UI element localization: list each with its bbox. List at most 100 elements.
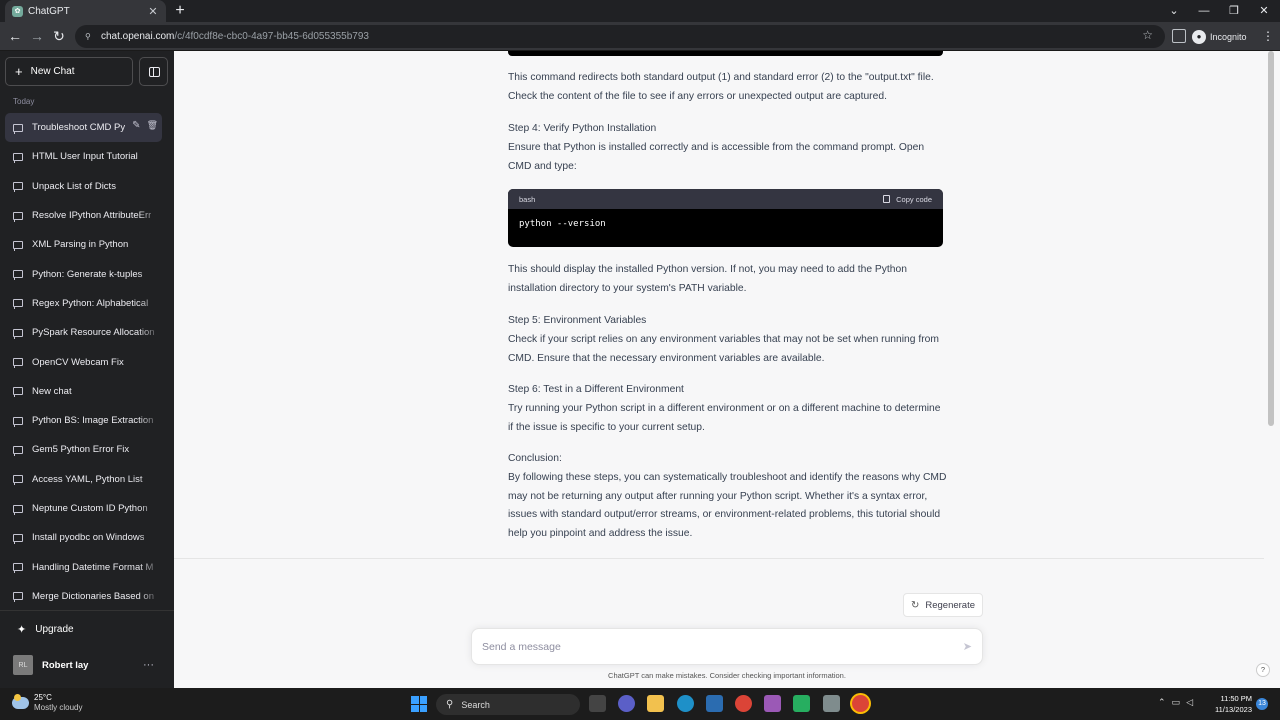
- text-fade: [138, 230, 162, 260]
- system-tray: ⌃ ▭ ◁: [1158, 697, 1193, 708]
- minimize-button[interactable]: —: [1188, 2, 1220, 20]
- more-options-icon[interactable]: ···: [143, 659, 154, 671]
- chat-history-item[interactable]: Install pyodbc on Windows: [5, 523, 162, 553]
- vscode-icon[interactable]: [764, 695, 781, 712]
- chat-history-item[interactable]: New chat: [5, 376, 162, 406]
- chat-history-label: Merge Dictionaries Based on: [32, 590, 154, 602]
- text-fade: [138, 581, 162, 612]
- weather-widget[interactable]: 25°C Mostly cloudy: [12, 693, 82, 713]
- chat-history-item[interactable]: Handling Datetime Format M: [5, 552, 162, 582]
- new-chat-button[interactable]: + New Chat: [5, 57, 133, 86]
- chat-history-label: Neptune Custom ID Python: [32, 503, 148, 514]
- chat-history-item[interactable]: Troubleshoot CMD Py ✎ 🗑: [5, 113, 162, 143]
- chat-history-item[interactable]: Resolve IPython AttributeErr: [5, 200, 162, 231]
- edit-icon[interactable]: ✎: [132, 120, 140, 131]
- url-host: chat.openai.com: [101, 31, 175, 42]
- chevron-up-icon[interactable]: ⌃: [1158, 697, 1166, 708]
- tab-search-button[interactable]: ⌄: [1158, 2, 1190, 20]
- chat-history-item[interactable]: HTML User Input Tutorial: [5, 142, 162, 172]
- message-paragraph: This should display the installed Python…: [508, 264, 907, 294]
- tab-close-icon[interactable]: ✕: [147, 5, 159, 18]
- chat-history-item[interactable]: PySpark Resource Allocation: [5, 318, 162, 348]
- message-input[interactable]: [482, 640, 963, 653]
- temperature: 25°C: [34, 693, 52, 702]
- windows-taskbar: 25°C Mostly cloudy ⚲ Search ⌃ ▭ ◁ 11:50 …: [0, 688, 1280, 720]
- clock-time: 11:50 PM: [1220, 694, 1252, 703]
- new-chat-label: New Chat: [30, 66, 75, 77]
- notification-badge[interactable]: 13: [1256, 698, 1268, 710]
- chat-history-item[interactable]: XML Parsing in Python: [5, 230, 162, 260]
- text-fade: [138, 200, 162, 231]
- sidebar-panel-icon: [149, 67, 160, 77]
- chat-history-item[interactable]: Merge Dictionaries Based on: [5, 581, 162, 612]
- chat-bubble-icon: [13, 504, 23, 515]
- incognito-icon: ●: [1192, 29, 1206, 44]
- chat-history-item[interactable]: Unpack List of Dicts: [5, 171, 162, 201]
- upgrade-label: Upgrade: [35, 623, 74, 635]
- chat-bubble-icon: [13, 445, 23, 456]
- chrome-incognito-icon[interactable]: [852, 695, 869, 712]
- chat-bubble-icon: [13, 123, 23, 134]
- close-window-button[interactable]: ✕: [1248, 2, 1280, 20]
- store-icon[interactable]: [706, 695, 723, 712]
- refresh-icon: ↻: [910, 599, 920, 611]
- chat-history-label: Regex Python: Alphabetical: [32, 297, 149, 309]
- text-fade: [138, 288, 162, 319]
- chat-bubble-icon: [13, 182, 23, 193]
- conversation-scrollbar[interactable]: [1268, 51, 1274, 426]
- user-menu[interactable]: RL Robert lay ···: [5, 651, 162, 679]
- notepad-icon[interactable]: [793, 695, 810, 712]
- taskbar-search[interactable]: ⚲ Search: [436, 694, 580, 715]
- chat-bubble-icon: [13, 240, 23, 251]
- system-clock[interactable]: 11:50 PM 11/13/2023: [1210, 693, 1252, 715]
- toggle-sidebar-button[interactable]: [139, 57, 168, 86]
- forward-arrow-icon[interactable]: →: [27, 26, 47, 46]
- regenerate-button[interactable]: ↻ Regenerate: [903, 593, 983, 617]
- back-arrow-icon[interactable]: ←: [5, 26, 25, 46]
- file-explorer-icon[interactable]: [647, 695, 664, 712]
- network-icon[interactable]: ▭: [1172, 697, 1181, 708]
- conversation-area: This command redirects both standard out…: [174, 51, 1274, 559]
- message-paragraph: Try running your Python script in a diff…: [508, 403, 941, 433]
- chat-history-label: Gem5 Python Error Fix: [32, 444, 130, 456]
- message-composer: ➤: [471, 628, 983, 665]
- chat-history-item[interactable]: Gem5 Python Error Fix: [5, 435, 162, 465]
- volume-icon[interactable]: ◁: [1186, 697, 1193, 708]
- url-path: /c/4f0cdf8e-cbc0-4a97-bb45-6d055355b793: [174, 31, 369, 42]
- maximize-button[interactable]: ❐: [1218, 2, 1250, 20]
- browser-menu-icon[interactable]: ⋮: [1262, 29, 1274, 43]
- windows-start-icon[interactable]: [411, 696, 427, 712]
- address-bar[interactable]: ⚲ chat.openai.com/c/4f0cdf8e-cbc0-4a97-b…: [75, 25, 1165, 48]
- bookmark-star-icon[interactable]: ☆: [1142, 28, 1153, 42]
- reload-icon[interactable]: ↻: [49, 26, 69, 46]
- edge-browser-icon[interactable]: [677, 695, 694, 712]
- upgrade-button[interactable]: ✦ Upgrade: [5, 616, 162, 642]
- chat-history-item[interactable]: Python BS: Image Extraction: [5, 405, 162, 436]
- new-tab-button[interactable]: +: [172, 2, 188, 20]
- copy-code-button[interactable]: Copy code: [883, 195, 932, 204]
- text-fade: [138, 523, 162, 553]
- chat-history-item[interactable]: Access YAML, Python List: [5, 464, 162, 494]
- side-panel-icon[interactable]: [1172, 29, 1186, 43]
- chat-history-item[interactable]: Regex Python: Alphabetical: [5, 288, 162, 319]
- conclusion-heading: Conclusion:: [508, 453, 562, 464]
- task-view-icon[interactable]: [589, 695, 606, 712]
- plus-icon: +: [15, 64, 23, 79]
- site-info-icon[interactable]: ⚲: [85, 32, 93, 41]
- history-section-label: Today: [13, 97, 35, 106]
- chat-history-item[interactable]: Neptune Custom ID Python: [5, 493, 162, 524]
- browser-tab[interactable]: ✿ ChatGPT ✕: [5, 0, 166, 22]
- clipboard-icon: [883, 195, 891, 203]
- chat-item-actions: ✎ 🗑: [132, 120, 158, 131]
- chrome-icon[interactable]: [735, 695, 752, 712]
- chat-history-item[interactable]: Python: Generate k-tuples: [5, 259, 162, 289]
- help-button[interactable]: ?: [1256, 663, 1270, 677]
- chat-app-icon[interactable]: [618, 695, 635, 712]
- trash-icon[interactable]: 🗑: [147, 120, 158, 131]
- incognito-label: Incognito: [1210, 31, 1247, 42]
- chat-bubble-icon: [13, 416, 23, 427]
- incognito-indicator[interactable]: ● Incognito: [1192, 27, 1247, 46]
- image-viewer-icon[interactable]: [823, 695, 840, 712]
- chat-history-item[interactable]: OpenCV Webcam Fix: [5, 347, 162, 377]
- send-icon[interactable]: ➤: [963, 640, 972, 653]
